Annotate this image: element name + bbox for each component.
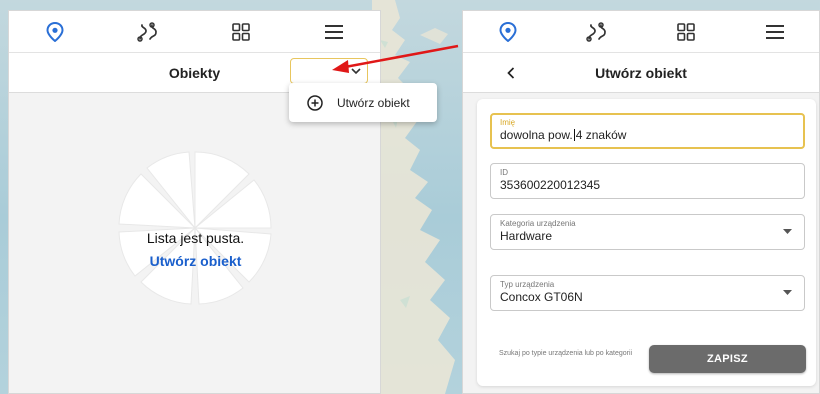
id-field[interactable]: ID 353600220012345 bbox=[490, 163, 805, 199]
menu-item-label: Utwórz obiekt bbox=[337, 95, 410, 110]
device-category-label: Kategoria urządzenia bbox=[500, 219, 576, 228]
save-button[interactable]: ZAPISZ bbox=[649, 345, 806, 373]
create-object-menu-item[interactable]: Utwórz obiekt bbox=[289, 83, 437, 122]
nav-objects-button[interactable] bbox=[488, 17, 528, 47]
route-icon bbox=[585, 21, 606, 42]
nav-menu-button[interactable] bbox=[314, 17, 354, 47]
device-type-value: Concox GT06N bbox=[500, 290, 583, 304]
grid-icon bbox=[232, 22, 250, 41]
chevron-down-icon bbox=[351, 67, 361, 74]
name-field-value: dowolna pow. bbox=[500, 128, 573, 142]
create-object-panel: Utwórz obiekt Imię dowolna pow. 4 znaków … bbox=[462, 10, 820, 394]
name-field-label: Imię bbox=[500, 118, 516, 127]
hamburger-menu-icon bbox=[324, 24, 343, 39]
add-circle-icon bbox=[307, 94, 323, 111]
device-type-label: Typ urządzenia bbox=[500, 280, 555, 289]
hamburger-menu-icon bbox=[765, 24, 784, 39]
name-field-value-rest: 4 znaków bbox=[575, 128, 627, 142]
chevron-left-icon bbox=[507, 67, 515, 79]
empty-list-illustration bbox=[118, 151, 272, 305]
nav-objects-button[interactable] bbox=[35, 17, 75, 47]
device-search-hint: Szukaj po typie urządzenia lub po katego… bbox=[499, 350, 633, 357]
nav-dashboard-button[interactable] bbox=[221, 17, 261, 47]
empty-state: Lista jest pusta. Utwórz obiekt bbox=[9, 93, 382, 394]
page-title: Utwórz obiekt bbox=[595, 64, 687, 81]
caret-down-icon bbox=[783, 290, 792, 295]
location-pin-icon bbox=[498, 21, 517, 42]
top-nav bbox=[463, 11, 819, 53]
caret-down-icon bbox=[783, 229, 792, 234]
nav-dashboard-button[interactable] bbox=[666, 17, 706, 47]
grid-icon bbox=[676, 22, 695, 41]
nav-routes-button[interactable] bbox=[577, 17, 617, 47]
actions-dropdown[interactable] bbox=[290, 58, 368, 84]
create-object-form: Imię dowolna pow. 4 znaków ID 35360022001… bbox=[477, 99, 816, 386]
nav-routes-button[interactable] bbox=[128, 17, 168, 47]
id-field-value: 353600220012345 bbox=[500, 178, 601, 192]
location-pin-icon bbox=[46, 21, 64, 42]
page-title: Obiekty bbox=[168, 64, 221, 81]
route-icon bbox=[137, 21, 157, 42]
device-category-select[interactable]: Kategoria urządzenia Hardware bbox=[490, 214, 805, 250]
create-object-header: Utwórz obiekt bbox=[463, 53, 819, 93]
back-button[interactable] bbox=[501, 63, 521, 83]
name-field[interactable]: Imię dowolna pow. 4 znaków bbox=[490, 113, 805, 149]
device-type-select[interactable]: Typ urządzenia Concox GT06N bbox=[490, 275, 805, 311]
device-category-value: Hardware bbox=[500, 229, 553, 243]
text-caret bbox=[573, 129, 575, 141]
empty-list-message: Lista jest pusta. bbox=[146, 230, 245, 246]
objects-panel: Obiekty Lista jest pusta. Utwórz obiekt bbox=[8, 10, 381, 394]
create-object-link[interactable]: Utwórz obiekt bbox=[150, 253, 242, 269]
nav-menu-button[interactable] bbox=[755, 17, 795, 47]
id-field-label: ID bbox=[500, 168, 508, 177]
top-nav bbox=[9, 11, 380, 53]
